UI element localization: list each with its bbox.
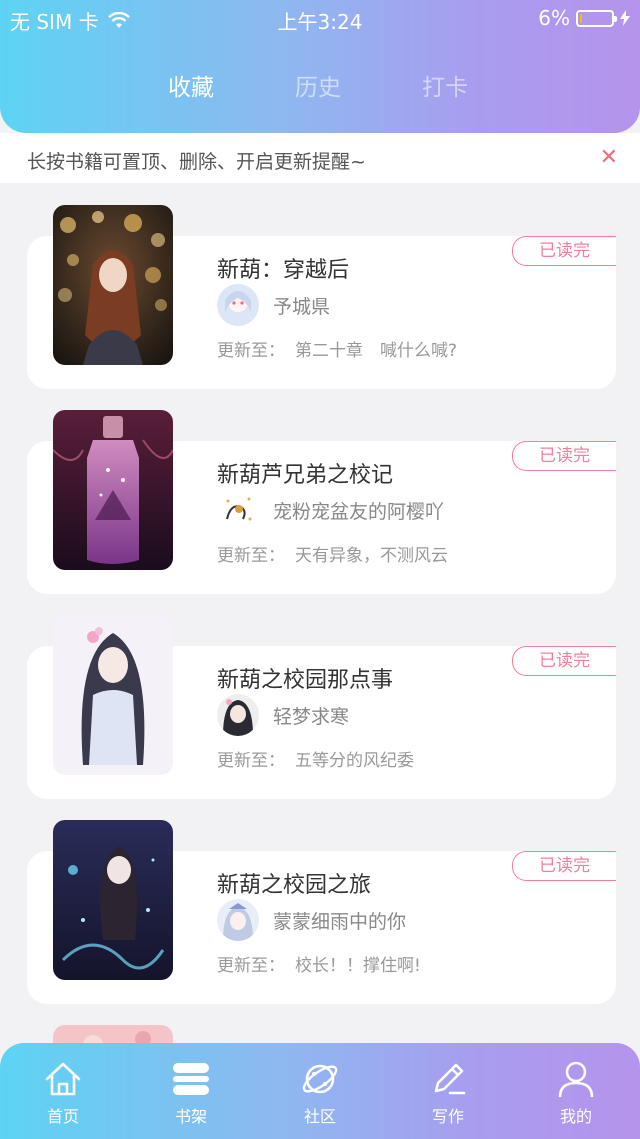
- nav-label: 社区: [303, 1107, 336, 1126]
- tab-bar: 收藏 历史 打卡: [0, 68, 640, 102]
- book-title: 新葫芦兄弟之校记: [217, 463, 394, 488]
- nav-label: 我的: [559, 1107, 592, 1126]
- author-avatar: [217, 489, 259, 531]
- bookshelf-icon: [173, 1063, 209, 1095]
- nav-community[interactable]: 社区: [270, 1043, 370, 1139]
- bottom-nav: 首页 书架 社区 写作 我的: [0, 1043, 640, 1139]
- author-name: 宠粉宠盆友的阿樱吖: [273, 501, 445, 523]
- close-icon[interactable]: ✕: [600, 145, 618, 170]
- pen-icon: [434, 1063, 466, 1095]
- read-finished-badge: 已读完: [512, 441, 616, 471]
- home-icon: [45, 1062, 81, 1096]
- nav-home[interactable]: 首页: [13, 1043, 113, 1139]
- battery-percent: 6%: [538, 6, 570, 30]
- update-info: 更新至： 校长！！撑住啊!: [217, 956, 421, 976]
- update-info: 更新至： 五等分的风纪委: [217, 751, 414, 771]
- read-finished-badge: 已读完: [512, 236, 616, 266]
- author-name: 蒙蒙细雨中的你: [273, 911, 407, 933]
- tab-checkin[interactable]: 打卡: [400, 68, 490, 102]
- nav-profile[interactable]: 我的: [526, 1043, 626, 1139]
- book-cover[interactable]: [53, 410, 173, 570]
- user-icon: [558, 1061, 594, 1098]
- update-info: 更新至： 天有异象，不测风云: [217, 546, 448, 566]
- battery-fill: [580, 13, 582, 23]
- author-name: 轻梦求寒: [273, 706, 350, 728]
- battery-icon: [576, 9, 617, 27]
- book-title: 新葫之校园之旅: [217, 873, 372, 898]
- update-info: 更新至： 第二十章 喊什么喊?: [217, 341, 458, 361]
- tab-favorites[interactable]: 收藏: [146, 68, 236, 102]
- book-cover[interactable]: [53, 820, 173, 980]
- tab-history[interactable]: 历史: [273, 68, 363, 102]
- book-title: 新葫之校园那点事: [217, 668, 394, 693]
- charging-icon: [620, 10, 630, 26]
- nav-label: 首页: [46, 1107, 79, 1126]
- tip-banner: 长按书籍可置顶、删除、开启更新提醒~ ✕: [0, 133, 640, 183]
- author-name: 予城県: [273, 296, 331, 318]
- status-bar: 无 SIM 卡 上午3:24 6%: [0, 0, 640, 36]
- planet-icon: [302, 1064, 338, 1094]
- author-avatar: [217, 899, 259, 941]
- book-cover[interactable]: [53, 615, 173, 775]
- nav-write[interactable]: 写作: [398, 1043, 498, 1139]
- author-avatar: [217, 284, 259, 326]
- nav-bookshelf[interactable]: 书架: [141, 1043, 241, 1139]
- nav-label: 写作: [431, 1107, 464, 1126]
- nav-label: 书架: [174, 1107, 207, 1126]
- author-avatar: [217, 694, 259, 736]
- book-title: 新葫：穿越后: [217, 258, 350, 283]
- tip-text: 长按书籍可置顶、删除、开启更新提醒~: [27, 151, 366, 173]
- header: 无 SIM 卡 上午3:24 6% 收藏 历史 打卡: [0, 0, 640, 133]
- book-cover[interactable]: [53, 205, 173, 365]
- read-finished-badge: 已读完: [512, 851, 616, 881]
- read-finished-badge: 已读完: [512, 646, 616, 676]
